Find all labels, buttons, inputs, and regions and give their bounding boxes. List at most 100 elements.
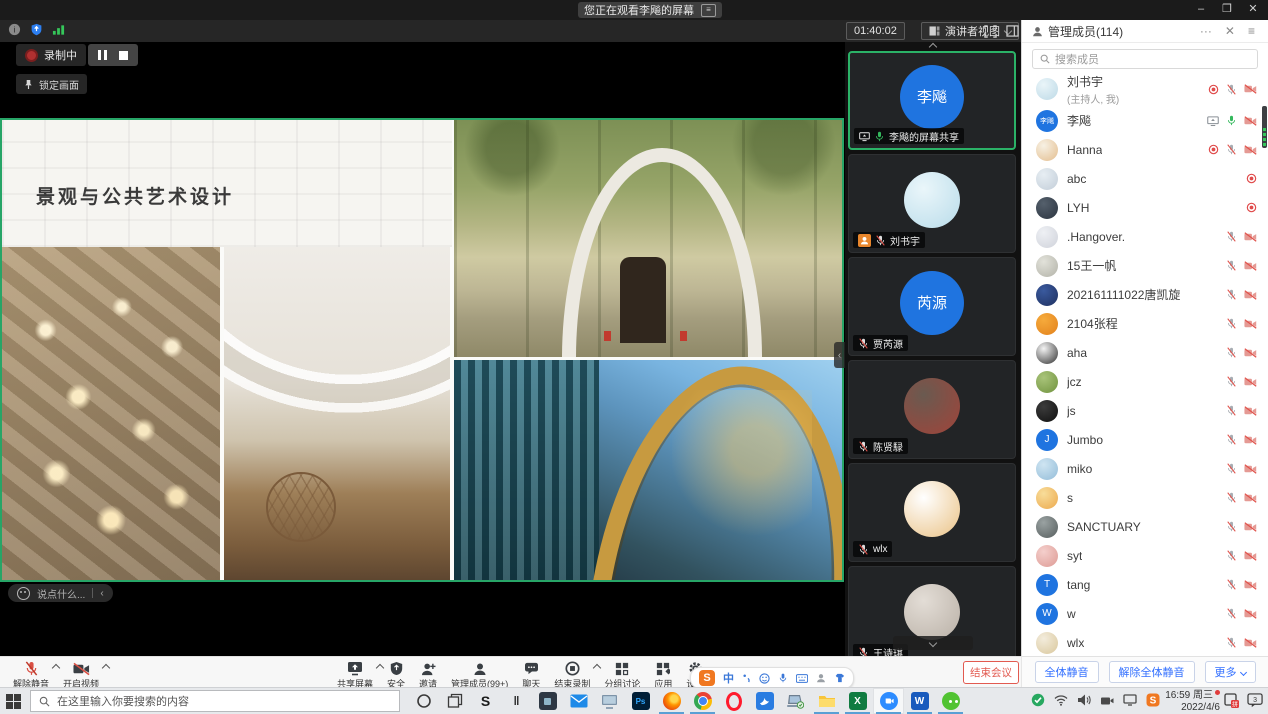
mic-off-icon[interactable] <box>1226 144 1237 155</box>
cam-off-icon[interactable] <box>1244 464 1257 474</box>
stop-recording-button[interactable]: 结束录制 <box>547 658 597 690</box>
scroll-thumbnails-up[interactable] <box>845 42 1021 51</box>
minimize-button[interactable]: – <box>1190 0 1212 20</box>
tray-network-icon[interactable] <box>1054 694 1068 706</box>
fullscreen-icon[interactable] <box>984 25 997 38</box>
layout-panel-icon[interactable] <box>1006 25 1019 37</box>
member-search-box[interactable]: 搜索成员 <box>1032 49 1258 69</box>
mute-all-button[interactable]: 全体静音 <box>1035 661 1099 683</box>
cam-off-icon[interactable] <box>1244 406 1257 416</box>
cam-off-icon[interactable] <box>1244 319 1257 329</box>
video-thumbnail[interactable]: 刘书宇 <box>848 154 1016 253</box>
member-row[interactable]: 2104张程 <box>1022 309 1268 338</box>
mic-off-icon[interactable] <box>1226 405 1237 416</box>
notifications-bubble-icon[interactable]: 3 <box>1247 693 1264 708</box>
mic-off-icon[interactable] <box>1226 231 1237 242</box>
mic-off-icon[interactable] <box>1226 521 1237 532</box>
mic-off-icon[interactable] <box>1226 347 1237 358</box>
info-icon[interactable]: i <box>8 23 21 36</box>
taskbar-app-word[interactable]: W <box>904 688 935 714</box>
stop-recording-button[interactable] <box>119 51 128 60</box>
mic-off-icon[interactable] <box>1226 637 1237 648</box>
unmute-all-button[interactable]: 解除全体静音 <box>1109 661 1195 683</box>
mic-off-icon[interactable] <box>1226 289 1237 300</box>
member-row[interactable]: LYH <box>1022 193 1268 222</box>
member-row[interactable]: Ttang <box>1022 570 1268 599</box>
cam-off-icon[interactable] <box>1244 377 1257 387</box>
start-video-button[interactable]: 开启视频 <box>56 658 106 690</box>
record-icon[interactable] <box>1208 144 1219 155</box>
cam-off-icon[interactable] <box>1244 84 1257 94</box>
member-row[interactable]: SANCTUARY <box>1022 512 1268 541</box>
panel-close-button[interactable]: ✕ <box>1221 24 1239 38</box>
taskbar-app-task-view[interactable] <box>439 688 470 714</box>
cam-off-icon[interactable] <box>1244 145 1257 155</box>
member-row[interactable]: 李飚李飚 <box>1022 106 1268 135</box>
mic-off-icon[interactable] <box>1226 376 1237 387</box>
taskbar-app-bird-app[interactable] <box>749 688 780 714</box>
video-thumbnail[interactable]: wlx <box>848 463 1016 562</box>
sogou-logo-icon[interactable]: S <box>699 670 715 686</box>
more-button[interactable]: 更多 <box>1205 661 1256 683</box>
cam-off-icon[interactable] <box>1244 638 1257 648</box>
mic-off-icon[interactable] <box>1226 463 1237 474</box>
panel-more-button[interactable]: ··· <box>1196 24 1216 38</box>
taskbar-app-photoshop[interactable]: Ps <box>625 688 656 714</box>
cam-off-icon[interactable] <box>1244 435 1257 445</box>
member-row[interactable]: JJumbo <box>1022 425 1268 454</box>
mic-off-icon[interactable] <box>1226 318 1237 329</box>
pin-screen-button[interactable]: 锁定画面 <box>16 74 87 94</box>
ime-punctuation-icon[interactable] <box>742 673 751 683</box>
panel-menu-icon[interactable]: ≡ <box>1244 24 1259 38</box>
ime-emoji-icon[interactable] <box>759 673 770 684</box>
tray-capture-icon[interactable] <box>1100 695 1114 706</box>
cam-off-icon[interactable] <box>1244 551 1257 561</box>
ime-keyboard-icon[interactable] <box>796 674 808 683</box>
tray-sogou-icon[interactable]: S <box>1146 693 1160 707</box>
tray-volume-icon[interactable] <box>1077 694 1091 706</box>
scroll-thumbnails-down[interactable] <box>893 636 973 650</box>
member-row[interactable]: miko <box>1022 454 1268 483</box>
shield-upgrade-icon[interactable] <box>30 23 43 36</box>
taskbar-app-meeting[interactable] <box>873 688 904 714</box>
view-mode-selector[interactable]: 演讲者视图 <box>921 22 1019 40</box>
taskbar-app-firefox[interactable] <box>656 688 687 714</box>
member-row[interactable]: 202161111022唐凯旋 <box>1022 280 1268 309</box>
taskbar-clock[interactable]: 16:59 周三 2022/4/6 <box>1165 690 1220 713</box>
ime-skin-icon[interactable] <box>834 673 845 683</box>
video-thumbnail[interactable]: 李飚李飚的屏幕共享 <box>848 51 1016 150</box>
mic-off-icon[interactable] <box>1226 492 1237 503</box>
record-icon[interactable] <box>1246 173 1257 184</box>
record-icon[interactable] <box>1246 202 1257 213</box>
collapse-thumbnails-handle[interactable]: ‹ <box>834 342 845 368</box>
taskbar-search-box[interactable]: 在这里输入你要搜索的内容 <box>30 690 400 712</box>
taskbar-app-opera[interactable] <box>718 688 749 714</box>
cam-off-icon[interactable] <box>1244 493 1257 503</box>
video-thumbnail[interactable]: 陈贤騄 <box>848 360 1016 459</box>
member-row[interactable]: s <box>1022 483 1268 512</box>
panel-scrollbar[interactable] <box>1262 106 1267 148</box>
member-row[interactable]: 刘书宇(主持人, 我) <box>1022 72 1268 106</box>
maximize-button[interactable]: ❒ <box>1216 0 1238 20</box>
taskbar-app-app-bars[interactable]: ‖ <box>501 688 532 714</box>
cam-off-icon[interactable] <box>1244 609 1257 619</box>
emoji-icon[interactable] <box>17 587 30 600</box>
taskbar-app-mail[interactable] <box>563 688 594 714</box>
cam-off-icon[interactable] <box>1244 232 1257 242</box>
cam-off-icon[interactable] <box>1244 348 1257 358</box>
taskbar-app-file-explorer[interactable] <box>811 688 842 714</box>
pause-recording-button[interactable] <box>98 50 107 60</box>
mic-off-icon[interactable] <box>1226 84 1237 95</box>
ime-indicator-icon[interactable]: 拼 <box>1224 692 1240 708</box>
unmute-button[interactable]: 解除静音 <box>6 658 56 690</box>
taskbar-app-remote-pc[interactable] <box>594 688 625 714</box>
taskbar-app-pc-manager[interactable] <box>780 688 811 714</box>
mic-off-icon[interactable] <box>1226 260 1237 271</box>
apps-button[interactable]: 应用 <box>647 658 679 690</box>
member-row[interactable]: Ww <box>1022 599 1268 628</box>
breakout-rooms-button[interactable]: 分组讨论 <box>597 658 647 690</box>
start-button[interactable] <box>6 694 22 710</box>
switch-screen-icon[interactable]: ≡ <box>701 4 716 17</box>
quick-chat-pill[interactable]: 说点什么... ‹ <box>8 584 113 602</box>
tray-display-icon[interactable] <box>1123 694 1137 706</box>
